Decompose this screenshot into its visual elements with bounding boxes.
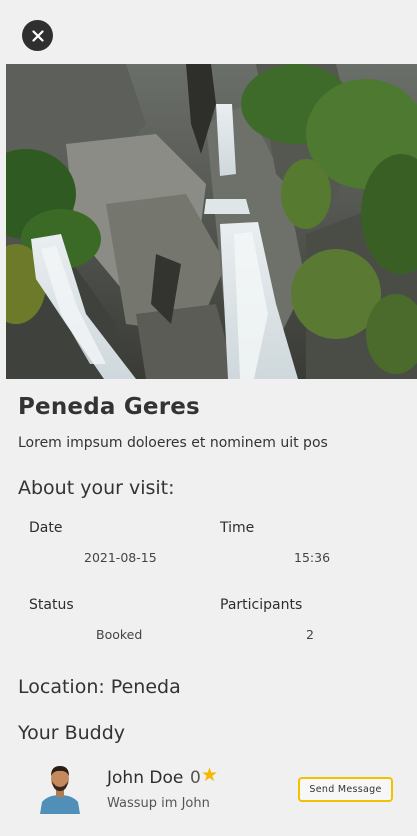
send-message-button[interactable]: Send Message — [298, 777, 393, 802]
participants-value: 2 — [306, 627, 314, 642]
close-icon — [31, 29, 44, 42]
buddy-rating: 0 — [190, 768, 201, 788]
about-visit-heading: About your visit: — [18, 477, 175, 499]
buddy-status: Wassup im John — [107, 796, 210, 811]
buddy-avatar-image — [38, 762, 82, 814]
star-icon: ★ — [201, 764, 219, 786]
time-label: Time — [220, 520, 255, 536]
place-title: Peneda Geres — [18, 394, 200, 420]
buddy-heading: Your Buddy — [18, 722, 126, 744]
buddy-name: John Doe — [107, 768, 184, 788]
status-value: Booked — [96, 627, 143, 642]
time-value: 15:36 — [294, 550, 331, 565]
participants-label: Participants — [220, 597, 303, 613]
avatar[interactable] — [38, 762, 82, 814]
hero-image — [6, 64, 417, 379]
place-description: Lorem impsum doloeres et nominem uit pos — [18, 435, 328, 451]
date-label: Date — [29, 520, 63, 536]
location-text: Location: Peneda — [18, 676, 181, 698]
date-value: 2021-08-15 — [84, 550, 157, 565]
status-label: Status — [29, 597, 74, 613]
visit-details-page: Peneda Geres Lorem impsum doloeres et no… — [0, 0, 417, 836]
waterfall-photo — [6, 64, 417, 379]
close-button[interactable] — [22, 20, 53, 51]
